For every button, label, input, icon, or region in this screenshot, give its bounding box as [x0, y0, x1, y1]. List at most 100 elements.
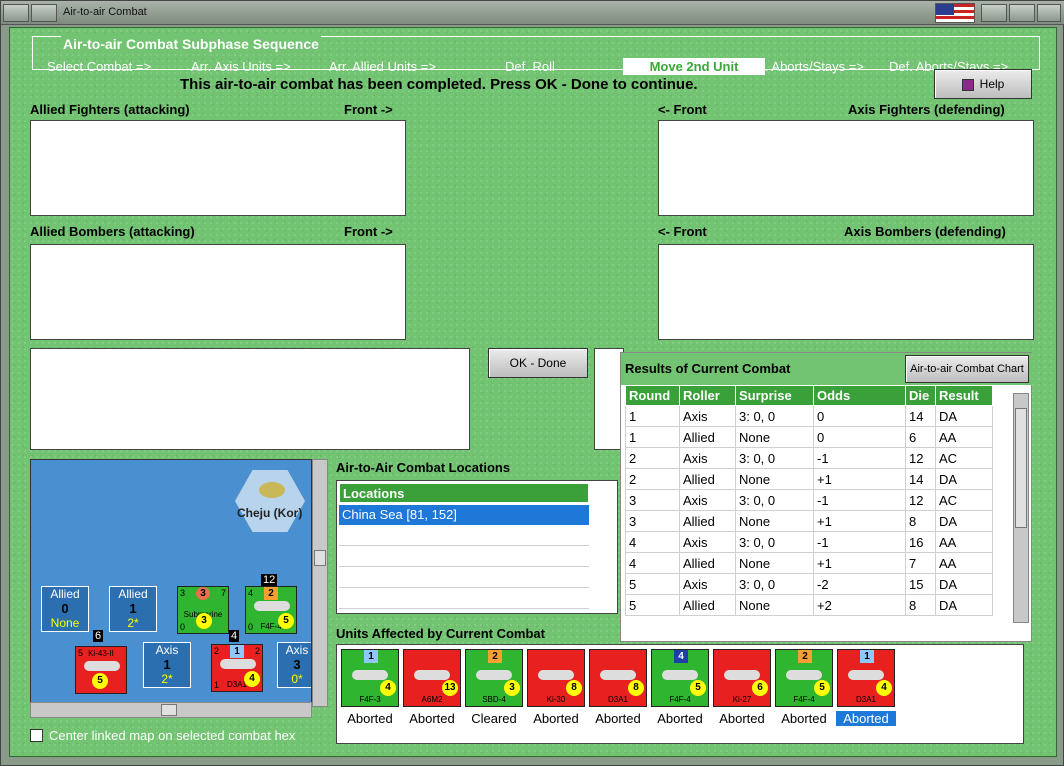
results-cell: Axis: [679, 531, 736, 553]
affected-unit-counter[interactable]: D3A1 8: [589, 649, 647, 707]
allied-box-2-sub: 2*: [127, 616, 139, 630]
allied-fighters-box[interactable]: [30, 120, 406, 216]
plane-icon: [220, 659, 256, 669]
title-bar: Air-to-air Combat: [1, 1, 1064, 25]
results-cell: 4: [625, 531, 680, 553]
results-cell: 6: [905, 426, 936, 448]
locations-list[interactable]: Locations China Sea [81, 152]: [336, 480, 618, 614]
step-move-2nd-unit-active: Move 2nd Unit: [623, 58, 765, 75]
ctr-tr: 7: [220, 588, 226, 598]
results-scroll-thumb[interactable]: [1015, 408, 1027, 528]
axis-bombers-box[interactable]: [658, 244, 1034, 340]
affected-unit-counter[interactable]: A6M2 13: [403, 649, 461, 707]
ctr-tl: 2: [214, 646, 220, 656]
col-surprise: Surprise: [735, 385, 814, 406]
help-button[interactable]: Help: [934, 69, 1032, 99]
unit-name: F4F-4: [669, 695, 691, 704]
combat-chart-button[interactable]: Air-to-air Combat Chart: [905, 355, 1029, 383]
affected-unit-counter[interactable]: 4 F4F-4 5: [651, 649, 709, 707]
unit-code: 2: [488, 650, 502, 663]
results-scrollbar[interactable]: [1013, 393, 1029, 623]
results-cell: 1: [625, 426, 680, 448]
affected-unit-counter[interactable]: 1 F4F-3 4: [341, 649, 399, 707]
center-map-checkbox[interactable]: [30, 729, 43, 742]
results-cell: 3: 0, 0: [735, 447, 814, 469]
map-counter-submarine[interactable]: 3 3 7 Submarine 0 3: [177, 586, 229, 634]
map-counter-d3a1[interactable]: 2 1 2 D3A1 1 4: [211, 644, 263, 692]
affected-unit-status: Aborted: [409, 711, 455, 726]
map-counter-ki-43-ii[interactable]: 5 Ki-43-II 5: [75, 646, 127, 694]
unit-name: Ki-27: [732, 695, 752, 704]
allied-bombers-label: Allied Bombers (attacking): [30, 224, 195, 239]
hex-name-label: Cheju (Kor): [237, 506, 303, 520]
results-title: Results of Current Combat: [625, 361, 791, 376]
cheju-hex[interactable]: [235, 470, 305, 532]
ok-done-button[interactable]: OK - Done: [488, 348, 588, 378]
results-cell: Axis: [679, 489, 736, 511]
col-die: Die: [905, 385, 936, 406]
close-button[interactable]: [1037, 4, 1061, 22]
allied-box-1[interactable]: Allied 0 None: [41, 586, 89, 632]
results-cell: AC: [935, 447, 993, 469]
location-item[interactable]: China Sea [81, 152]: [339, 505, 589, 525]
results-cell: 8: [905, 594, 936, 616]
help-label: Help: [979, 77, 1005, 91]
map-vscroll[interactable]: [312, 459, 328, 707]
results-cell: AA: [935, 531, 993, 553]
results-row: 5 Allied None +2 8 DA: [625, 594, 993, 616]
plane-icon: [848, 670, 884, 680]
results-cell: 0: [813, 405, 906, 427]
map-hscroll-thumb[interactable]: [161, 704, 177, 716]
plane-icon: [724, 670, 760, 680]
axis-box-2-count: 3: [293, 657, 301, 672]
axis-box-2[interactable]: Axis 3 0*: [277, 642, 311, 688]
allied-box-2[interactable]: Allied 1 2*: [109, 586, 157, 632]
affected-unit-counter[interactable]: 2 SBD-4 3: [465, 649, 523, 707]
plane-icon: [662, 670, 698, 680]
ctr-tr: 2: [254, 646, 260, 656]
maximize-button[interactable]: [1009, 4, 1035, 22]
allied-box-2-label: Allied: [118, 587, 148, 601]
step-arr-allied: Arr. Allied Units =>: [329, 59, 436, 74]
axis-box-1[interactable]: Axis 1 2*: [143, 642, 191, 688]
linked-map[interactable]: Cheju (Kor) Allied 0 None Allied 1 2* Ax…: [30, 459, 312, 707]
map-vscroll-thumb[interactable]: [314, 550, 326, 566]
axis-box-1-count: 1: [163, 657, 171, 672]
results-cell: -1: [813, 531, 906, 553]
results-cell: AA: [935, 426, 993, 448]
allied-box-1-count: 0: [61, 601, 69, 616]
allied-bombers-front-label: Front ->: [344, 224, 393, 239]
axis-box-2-sub: 0*: [291, 672, 303, 686]
affected-unit-status: Cleared: [471, 711, 517, 726]
step-select-combat: Select Combat =>: [47, 59, 152, 74]
results-cell: DA: [935, 594, 993, 616]
results-cell: None: [735, 426, 814, 448]
results-cell: +1: [813, 510, 906, 532]
results-cell: Axis: [679, 447, 736, 469]
plane-icon: [254, 601, 290, 611]
affected-unit-counter[interactable]: Ki-30 8: [527, 649, 585, 707]
plane-icon: [352, 670, 388, 680]
results-cell: Allied: [679, 552, 736, 574]
affected-unit-counter[interactable]: 1 D3A1 4: [837, 649, 895, 707]
map-counter-f4f-4[interactable]: 4 2 F4F-4 0 5: [245, 586, 297, 634]
allied-bombers-box[interactable]: [30, 244, 406, 340]
axis-fighters-label: Axis Fighters (defending): [848, 102, 1005, 117]
restore-button[interactable]: [981, 4, 1007, 22]
step-arr-axis: Arr. Axis Units =>: [191, 59, 291, 74]
ctr-bl: 0: [180, 622, 186, 632]
results-table-wrap: Round Roller Surprise Odds Die Result 1A…: [625, 385, 993, 623]
system-menu-button[interactable]: [3, 4, 29, 22]
ctr-tl: 4: [248, 588, 254, 598]
affected-unit-counter[interactable]: Ki-27 6: [713, 649, 771, 707]
minimize-button[interactable]: [31, 4, 57, 22]
ctr-die: 4: [244, 671, 260, 687]
subphase-sequence: Air-to-air Combat Subphase Sequence Sele…: [32, 36, 1040, 75]
center-map-option[interactable]: Center linked map on selected combat hex: [30, 728, 295, 743]
axis-fighters-box[interactable]: [658, 120, 1034, 216]
map-hscroll[interactable]: [30, 702, 312, 718]
axis-box-1-label: Axis: [155, 643, 179, 657]
results-cell: 15: [905, 573, 936, 595]
affected-unit-counter[interactable]: 2 F4F-4 5: [775, 649, 833, 707]
plane-icon: [600, 670, 636, 680]
